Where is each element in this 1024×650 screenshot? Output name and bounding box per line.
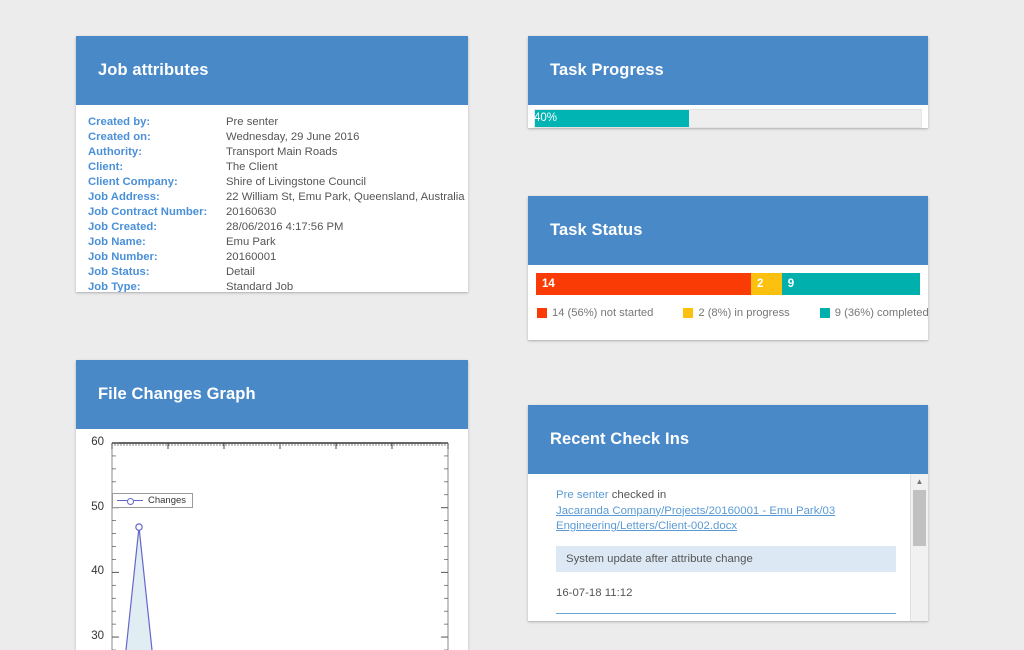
checkin-path-link[interactable]: Jacaranda Company/Projects/20160001 - Em… xyxy=(556,504,896,535)
progress-bar-fill: 40% xyxy=(535,110,689,127)
attribute-label: Client Company: xyxy=(76,174,226,189)
checkin-header-line: Pre senter checked in xyxy=(556,488,896,504)
task-progress-header: Task Progress xyxy=(528,36,928,105)
job-attributes-title: Job attributes xyxy=(98,61,209,80)
task-status-legend: 14 (56%) not started 2 (8%) in progress … xyxy=(536,307,920,319)
legend-item-in-progress: 2 (8%) in progress xyxy=(683,307,789,319)
status-segment-completed[interactable]: 9 xyxy=(782,273,920,295)
attribute-value: Transport Main Roads xyxy=(226,144,468,159)
attribute-value: 20160001 xyxy=(226,249,468,264)
recent-checkins-header: Recent Check Ins xyxy=(528,405,928,474)
task-progress-body: 40% xyxy=(528,105,928,128)
scrollbar[interactable]: ▲ xyxy=(910,474,928,621)
task-status-body: 14 2 9 14 (56%) not started 2 (8%) in pr… xyxy=(528,265,928,319)
file-changes-header: File Changes Graph xyxy=(76,360,468,429)
chart-legend: Changes xyxy=(112,493,193,508)
file-changes-chart xyxy=(76,429,468,650)
table-row: Client Company: Shire of Livingstone Cou… xyxy=(76,174,468,189)
job-attributes-card: Job attributes Created by: Pre senter Cr… xyxy=(76,36,468,292)
chart-y-tick-label: 30 xyxy=(76,630,104,642)
legend-item-completed: 9 (36%) completed xyxy=(820,307,928,319)
progress-bar: 40% xyxy=(534,109,922,128)
status-segment-not-started[interactable]: 14 xyxy=(536,273,751,295)
scroll-up-arrow-icon[interactable]: ▲ xyxy=(911,474,928,489)
attribute-value: Pre senter xyxy=(226,114,468,129)
task-progress-title: Task Progress xyxy=(550,61,664,80)
list-item: Pre senter checked in Jacaranda Company/… xyxy=(556,488,896,614)
table-row: Job Address: 22 William St, Emu Park, Qu… xyxy=(76,189,468,204)
attribute-label: Created by: xyxy=(76,114,226,129)
legend-label: 14 (56%) not started xyxy=(552,307,653,319)
attribute-value: Shire of Livingstone Council xyxy=(226,174,468,189)
attribute-value: Standard Job xyxy=(226,279,468,292)
task-progress-card: Task Progress 40% xyxy=(528,36,928,128)
legend-swatch-icon xyxy=(537,308,547,318)
recent-checkins-body: Pre senter checked in Jacaranda Company/… xyxy=(528,474,928,621)
task-status-title: Task Status xyxy=(550,221,643,240)
legend-swatch-icon xyxy=(820,308,830,318)
progress-percent-label: 40% xyxy=(534,111,557,126)
attribute-value: The Client xyxy=(226,159,468,174)
checkin-timestamp: 16-07-18 11:12 xyxy=(556,587,896,599)
attribute-label: Created on: xyxy=(76,129,226,144)
file-changes-body: Changes 60504030Changes xyxy=(76,429,468,650)
checkin-comment: System update after attribute change xyxy=(556,546,896,572)
recent-checkins-title: Recent Check Ins xyxy=(550,430,689,449)
table-row: Job Name: Emu Park xyxy=(76,234,468,249)
file-changes-title: File Changes Graph xyxy=(98,385,256,404)
table-row: Created on: Wednesday, 29 June 2016 xyxy=(76,129,468,144)
attribute-label: Job Created: xyxy=(76,219,226,234)
attribute-value: 28/06/2016 4:17:56 PM xyxy=(226,219,468,234)
attribute-value: Emu Park xyxy=(226,234,468,249)
attribute-value: 20160630 xyxy=(226,204,468,219)
attribute-label: Job Number: xyxy=(76,249,226,264)
attribute-label: Authority: xyxy=(76,144,226,159)
job-attributes-body: Created by: Pre senter Created on: Wedne… xyxy=(76,105,468,292)
legend-label: 2 (8%) in progress xyxy=(698,307,789,319)
chart-legend-label: Changes xyxy=(148,495,186,506)
recent-checkins-list: Pre senter checked in Jacaranda Company/… xyxy=(528,474,910,621)
attribute-value: 22 William St, Emu Park, Queensland, Aus… xyxy=(226,189,468,204)
divider xyxy=(556,613,896,614)
chart-legend-line-icon xyxy=(117,496,143,505)
recent-checkins-card: Recent Check Ins Pre senter checked in J… xyxy=(528,405,928,621)
chart-y-tick-label: 40 xyxy=(76,565,104,577)
chart-legend-marker-icon xyxy=(127,498,134,505)
attribute-value: Detail xyxy=(226,264,468,279)
attribute-label: Job Name: xyxy=(76,234,226,249)
legend-item-not-started: 14 (56%) not started xyxy=(537,307,653,319)
table-row: Job Contract Number: 20160630 xyxy=(76,204,468,219)
chart-y-tick-label: 50 xyxy=(76,501,104,513)
table-row: Job Status: Detail xyxy=(76,264,468,279)
table-row: Job Type: Standard Job xyxy=(76,279,468,292)
task-status-header: Task Status xyxy=(528,196,928,265)
table-row: Job Number: 20160001 xyxy=(76,249,468,264)
attribute-label: Client: xyxy=(76,159,226,174)
file-changes-card: File Changes Graph Changes 60504030Chang… xyxy=(76,360,468,650)
attribute-label: Job Status: xyxy=(76,264,226,279)
job-attributes-table: Created by: Pre senter Created on: Wedne… xyxy=(76,114,468,292)
table-row: Authority: Transport Main Roads xyxy=(76,144,468,159)
attribute-label: Job Type: xyxy=(76,279,226,292)
status-segment-in-progress[interactable]: 2 xyxy=(751,273,782,295)
attribute-label: Job Address: xyxy=(76,189,226,204)
checkin-user-link[interactable]: Pre senter xyxy=(556,489,609,501)
chart-y-tick-label: 60 xyxy=(76,436,104,448)
task-status-card: Task Status 14 2 9 14 (56%) not started … xyxy=(528,196,928,340)
legend-label: 9 (36%) completed xyxy=(835,307,928,319)
checkin-action-text: checked in xyxy=(609,489,667,501)
attribute-value: Wednesday, 29 June 2016 xyxy=(226,129,468,144)
table-row: Created by: Pre senter xyxy=(76,114,468,129)
table-row: Job Created: 28/06/2016 4:17:56 PM xyxy=(76,219,468,234)
scrollbar-thumb[interactable] xyxy=(913,490,926,546)
attribute-label: Job Contract Number: xyxy=(76,204,226,219)
legend-swatch-icon xyxy=(683,308,693,318)
job-attributes-header: Job attributes xyxy=(76,36,468,105)
task-status-bar: 14 2 9 xyxy=(536,273,920,295)
table-row: Client: The Client xyxy=(76,159,468,174)
